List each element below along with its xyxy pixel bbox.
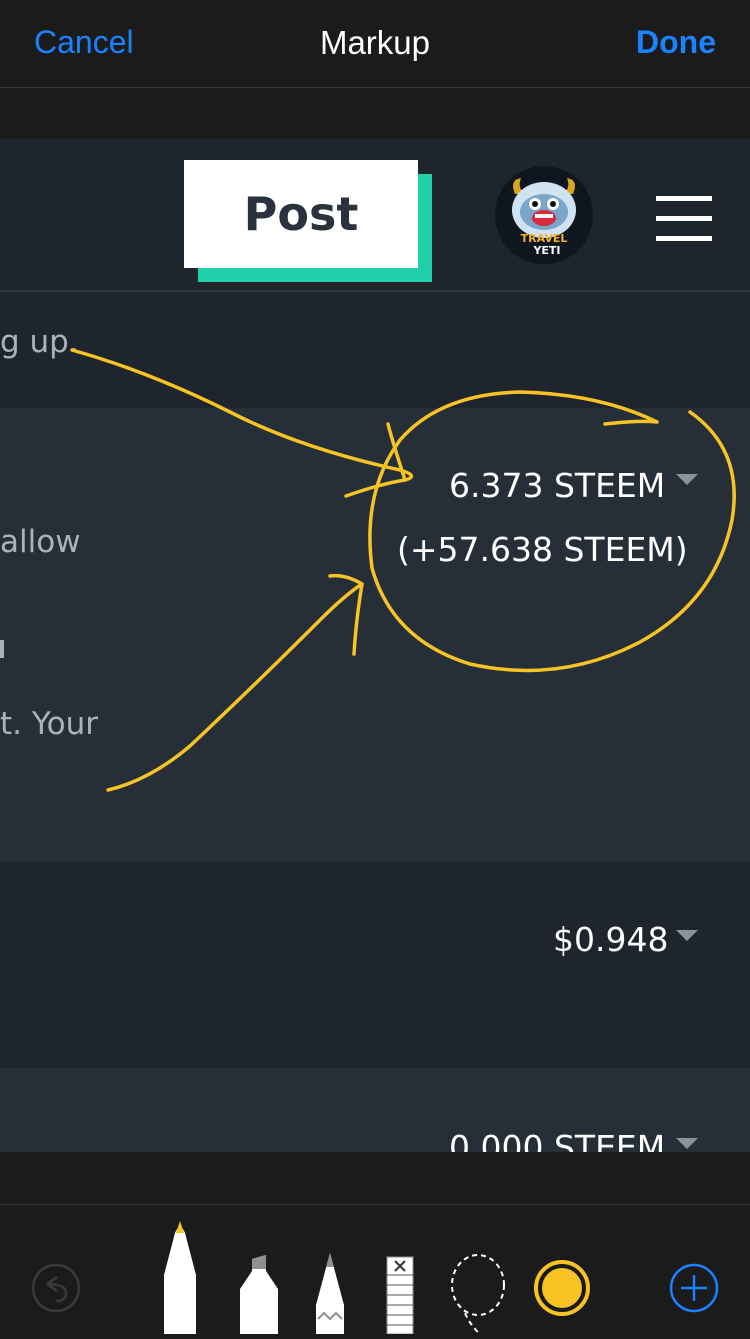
separator-band — [0, 1152, 750, 1205]
markup-toolbar — [0, 1205, 750, 1335]
add-icon[interactable] — [669, 1263, 719, 1313]
annotation-circle — [368, 390, 736, 673]
markup-tools — [31, 1221, 719, 1335]
color-picker-icon[interactable] — [534, 1260, 590, 1316]
pen-icon[interactable] — [164, 1221, 196, 1334]
undo-icon[interactable] — [31, 1263, 81, 1313]
lasso-icon[interactable] — [451, 1254, 505, 1335]
annotation-arrow-upper — [70, 348, 414, 498]
marker-icon[interactable] — [240, 1255, 278, 1334]
annotation-arrow-lower — [106, 573, 364, 792]
pencil-icon[interactable] — [316, 1253, 344, 1334]
markup-annotation-layer — [70, 348, 736, 792]
eraser-icon[interactable] — [386, 1256, 414, 1335]
